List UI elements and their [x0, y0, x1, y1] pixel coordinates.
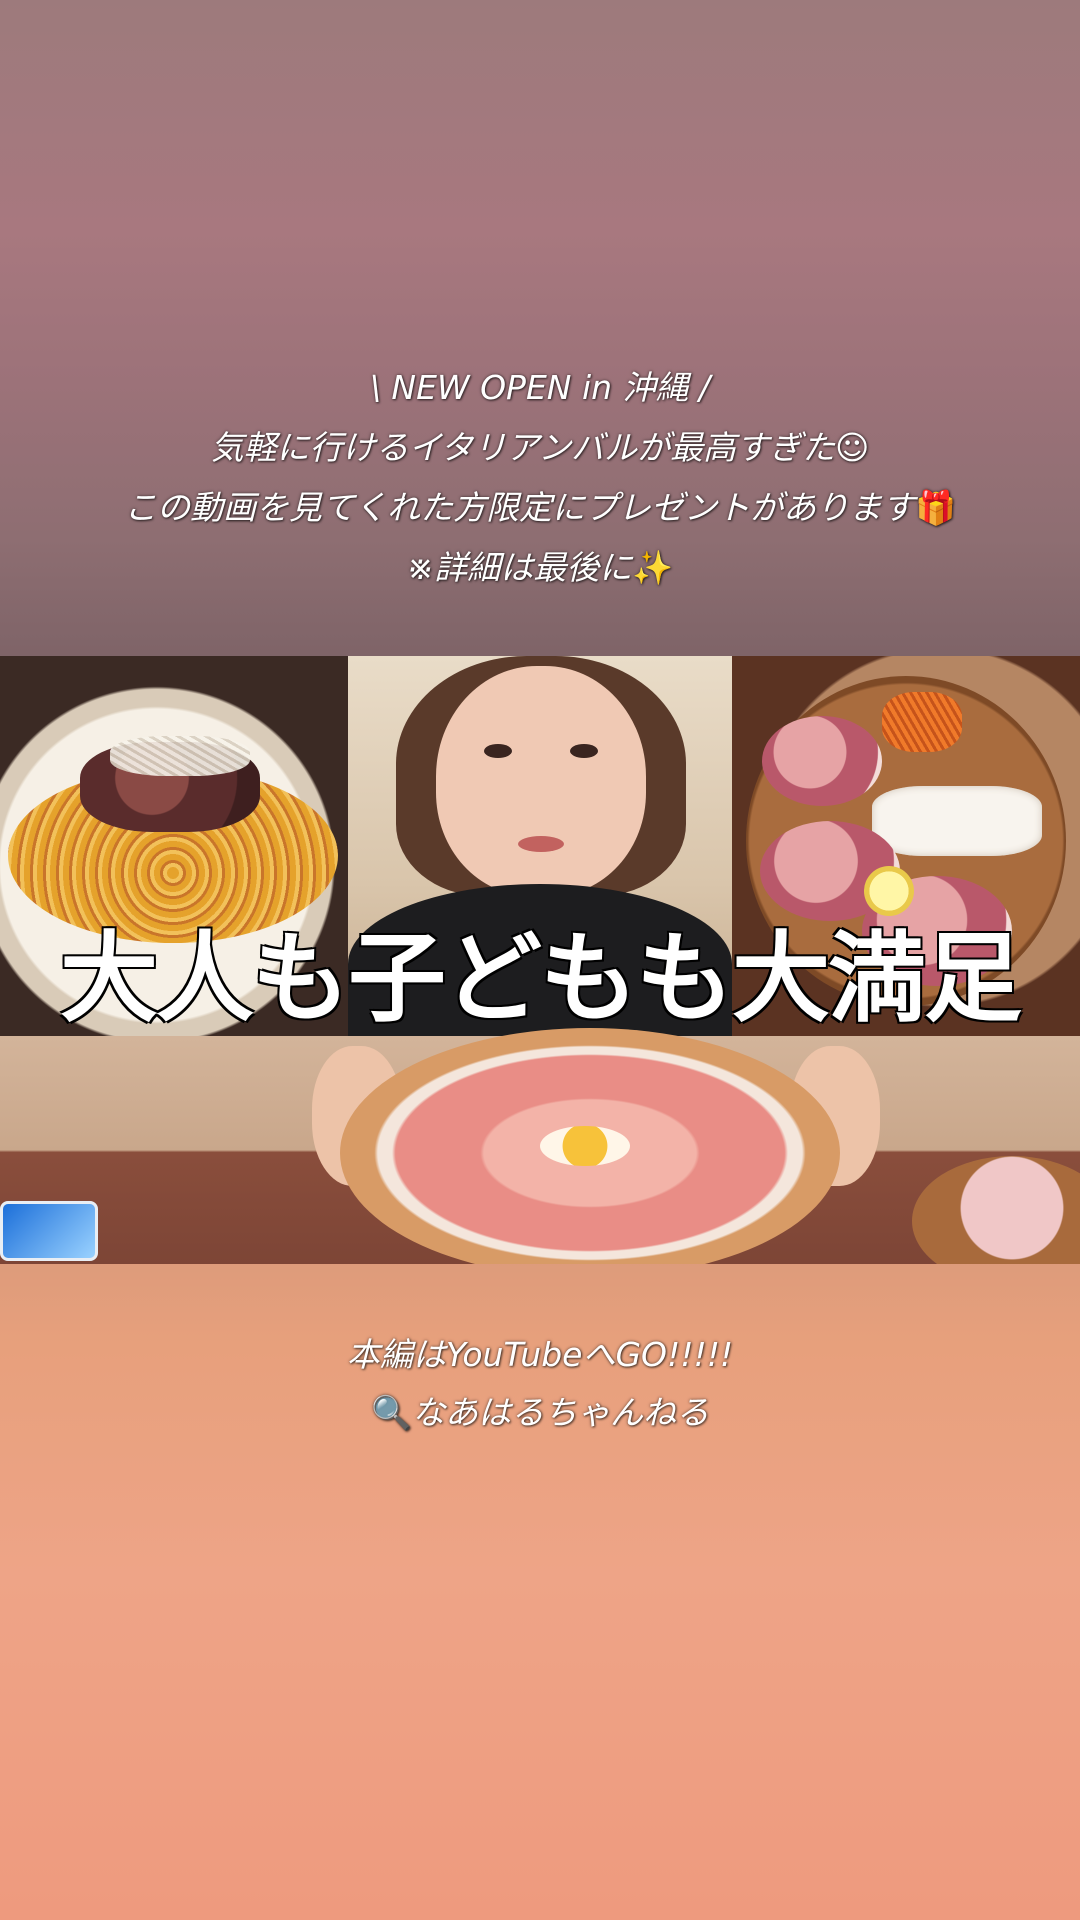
caption-text: ※詳細は最後に — [406, 548, 633, 587]
caption-line-details: ※詳細は最後に✨ — [0, 538, 1080, 598]
channel-name: なあはるちゃんねる — [412, 1393, 710, 1432]
ham-slice — [762, 716, 882, 806]
lemon-wedge — [864, 866, 914, 916]
video-frame[interactable]: 大人も子どもも大満足 — [0, 656, 1080, 1264]
carrot-salad — [882, 692, 962, 752]
caption-line-channel: 🔍なあはるちゃんねる — [0, 1384, 1080, 1442]
bottom-caption: 本編はYouTubeへGO!!!!! 🔍なあはるちゃんねる — [0, 1326, 1080, 1442]
caption-text: この動画を見てくれた方限定にプレゼントがあります — [123, 488, 915, 527]
caption-text: 気軽に行けるイタリアンバルが最高すぎた — [210, 428, 835, 467]
caption-line-new-open: \ NEW OPEN in 沖縄 / — [369, 368, 711, 407]
gift-emoji-icon: 🎁 — [914, 488, 957, 527]
caption-line-youtube: 本編はYouTubeへGO!!!!! — [346, 1335, 734, 1374]
sparkles-emoji-icon: ✨ — [632, 548, 674, 587]
caption-line-italian-bar: 気軽に行けるイタリアンバルが最高すぎた☺ — [0, 418, 1080, 478]
right-eye — [570, 744, 598, 758]
lips — [518, 836, 564, 852]
mozzarella — [872, 786, 1042, 856]
smile-emoji-icon: ☺ — [834, 428, 870, 467]
smartphone — [0, 1201, 98, 1261]
person-face — [436, 666, 646, 896]
caption-line-present: この動画を見てくれた方限定にプレゼントがあります🎁 — [0, 478, 1080, 538]
cheese-topping — [110, 736, 250, 776]
top-caption: \ NEW OPEN in 沖縄 / 気軽に行けるイタリアンバルが最高すぎた☺ … — [0, 358, 1080, 598]
video-headline: 大人も子どもも大満足 — [59, 922, 1022, 1036]
search-icon: 🔍 — [370, 1393, 413, 1432]
left-eye — [484, 744, 512, 758]
egg-yolk — [540, 1126, 630, 1166]
